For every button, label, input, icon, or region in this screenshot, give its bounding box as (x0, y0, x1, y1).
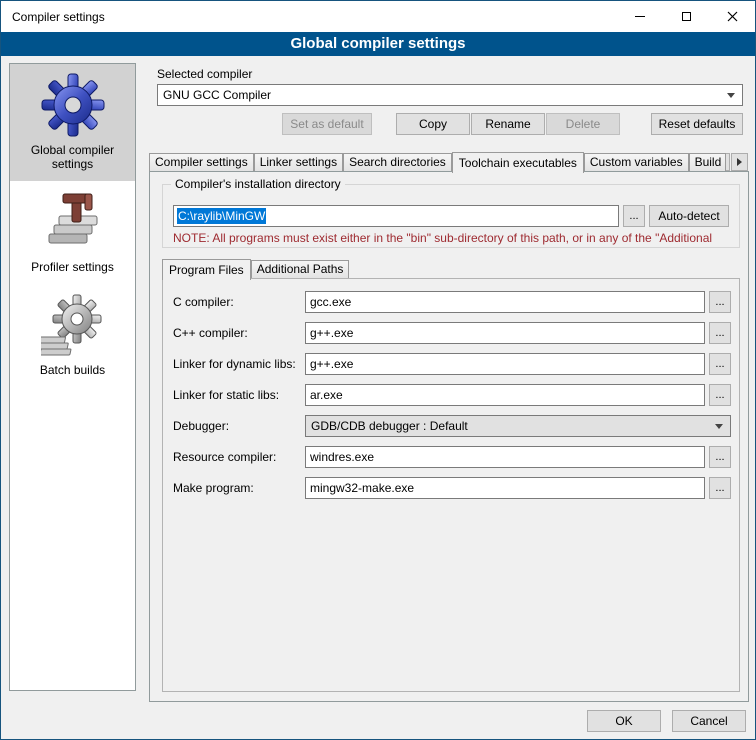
cpp-compiler-input[interactable] (305, 322, 705, 344)
sidebar-item-label: Batch builds (13, 363, 132, 377)
titlebar: Compiler settings (1, 1, 755, 32)
field-label: Debugger: (173, 419, 305, 433)
maximize-button[interactable] (663, 1, 709, 32)
installation-directory-input[interactable]: C:\raylib\MinGW (173, 205, 619, 227)
field-label: Make program: (173, 481, 305, 495)
sidebar-item-profiler-settings[interactable]: Profiler settings (10, 181, 135, 284)
minimize-button[interactable] (617, 1, 663, 32)
gray-gear-stack-icon (41, 293, 105, 357)
tab-linker-settings[interactable]: Linker settings (254, 153, 343, 171)
browse-button[interactable]: ... (709, 477, 731, 499)
debugger-select[interactable]: GDB/CDB debugger : Default (305, 415, 731, 437)
gear-icon (41, 73, 105, 137)
browse-button[interactable]: ... (709, 322, 731, 344)
sidebar-item-label: Profiler settings (13, 260, 132, 274)
form-row-static-linker: Linker for static libs: ... (173, 384, 731, 406)
set-as-default-button[interactable]: Set as default (282, 113, 372, 135)
field-label: C compiler: (173, 295, 305, 309)
installation-directory-group-title: Compiler's installation directory (171, 177, 345, 191)
toolchain-executables-panel: Compiler's installation directory C:\ray… (149, 171, 749, 702)
static-linker-input[interactable] (305, 384, 705, 406)
arrow-right-icon (737, 158, 742, 166)
browse-button[interactable]: ... (709, 291, 731, 313)
field-label: Linker for static libs: (173, 388, 305, 402)
selected-compiler-select[interactable]: GNU GCC Compiler (157, 84, 743, 106)
browse-directory-button[interactable]: ... (623, 205, 645, 227)
program-files-panel: C compiler: ... C++ compiler: ... Linker… (162, 278, 740, 692)
installation-directory-group: Compiler's installation directory C:\ray… (162, 184, 740, 248)
tab-custom-variables[interactable]: Custom variables (584, 153, 689, 171)
copy-button[interactable]: Copy (396, 113, 470, 135)
maximize-icon (682, 12, 691, 21)
chevron-down-icon (727, 93, 735, 98)
selected-compiler-value: GNU GCC Compiler (163, 88, 271, 102)
installation-note: NOTE: All programs must exist either in … (173, 231, 712, 245)
make-program-input[interactable] (305, 477, 705, 499)
debugger-value: GDB/CDB debugger : Default (311, 419, 468, 433)
compiler-settings-dialog: Compiler settings Global compiler settin… (0, 0, 756, 740)
sidebar: Global compiler settings Profiler settin… (9, 63, 136, 691)
c-compiler-input[interactable] (305, 291, 705, 313)
delete-button[interactable]: Delete (546, 113, 620, 135)
tab-additional-paths[interactable]: Additional Paths (251, 260, 350, 278)
sidebar-item-batch-builds[interactable]: Batch builds (10, 284, 135, 387)
installation-directory-row: C:\raylib\MinGW ... Auto-detect (173, 205, 729, 227)
sidebar-item-label: Global compiler settings (13, 143, 132, 171)
field-label: Linker for dynamic libs: (173, 357, 305, 371)
minimize-icon (635, 16, 645, 17)
resource-compiler-input[interactable] (305, 446, 705, 468)
selected-compiler-label: Selected compiler (157, 67, 252, 81)
close-button[interactable] (709, 1, 755, 32)
rename-button[interactable]: Rename (471, 113, 545, 135)
form-row-debugger: Debugger: GDB/CDB debugger : Default (173, 415, 731, 437)
auto-detect-button[interactable]: Auto-detect (649, 205, 729, 227)
form-row-make-program: Make program: ... (173, 477, 731, 499)
window-controls (617, 1, 755, 32)
installation-directory-value: C:\raylib\MinGW (177, 208, 266, 224)
field-label: C++ compiler: (173, 326, 305, 340)
ok-button[interactable]: OK (587, 710, 661, 732)
program-files-tabstrip: Program Files Additional Paths (162, 258, 349, 279)
window-title: Compiler settings (1, 10, 617, 24)
tab-toolchain-executables[interactable]: Toolchain executables (452, 152, 584, 173)
tab-search-directories[interactable]: Search directories (343, 153, 452, 171)
browse-button[interactable]: ... (709, 384, 731, 406)
close-icon (727, 11, 738, 22)
form-row-dynamic-linker: Linker for dynamic libs: ... (173, 353, 731, 375)
field-label: Resource compiler: (173, 450, 305, 464)
browse-button[interactable]: ... (709, 446, 731, 468)
browse-button[interactable]: ... (709, 353, 731, 375)
dynamic-linker-input[interactable] (305, 353, 705, 375)
cancel-button[interactable]: Cancel (672, 710, 746, 732)
tab-scroll-right-button[interactable] (731, 153, 748, 171)
main-tabstrip: Compiler settings Linker settings Search… (149, 151, 726, 172)
dialog-header-title: Global compiler settings (1, 32, 755, 56)
sidebar-item-global-compiler-settings[interactable]: Global compiler settings (10, 64, 135, 181)
reset-defaults-button[interactable]: Reset defaults (651, 113, 743, 135)
tab-program-files[interactable]: Program Files (162, 259, 251, 280)
form-row-resource-compiler: Resource compiler: ... (173, 446, 731, 468)
profiler-tool-icon (41, 190, 105, 254)
tab-build-options[interactable]: Build (689, 153, 726, 171)
chevron-down-icon (715, 424, 723, 429)
form-row-c-compiler: C compiler: ... (173, 291, 731, 313)
form-row-cpp-compiler: C++ compiler: ... (173, 322, 731, 344)
tab-compiler-settings[interactable]: Compiler settings (149, 153, 254, 171)
